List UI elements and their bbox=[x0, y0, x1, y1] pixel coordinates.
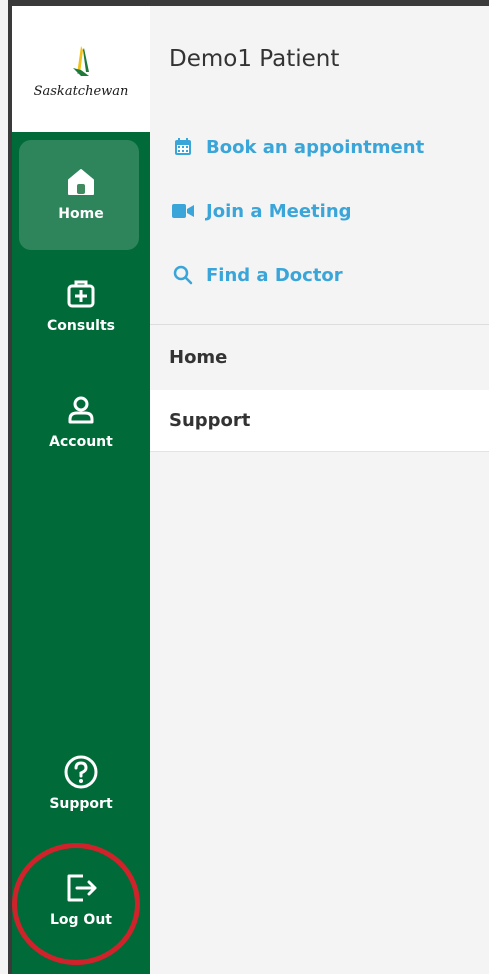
sidebar-item-label: Consults bbox=[47, 318, 115, 334]
menu-item-support[interactable]: Support bbox=[150, 390, 489, 452]
calendar-icon bbox=[172, 136, 194, 158]
app-frame: Saskatchewan Home Consults Account Suppo… bbox=[0, 0, 489, 974]
wheat-sheaf-logo-icon bbox=[73, 46, 89, 76]
logout-icon bbox=[61, 868, 101, 908]
sidebar-item-logout[interactable]: Log Out bbox=[12, 868, 150, 928]
join-meeting-label: Join a Meeting bbox=[206, 200, 352, 222]
sidebar-item-label: Account bbox=[49, 434, 113, 450]
sidebar-item-label: Log Out bbox=[50, 912, 112, 928]
main-content: Demo1 Patient Book an appointment Join a… bbox=[150, 6, 489, 974]
help-circle-icon bbox=[61, 752, 101, 792]
sidebar-item-label: Home bbox=[58, 206, 104, 222]
video-icon bbox=[172, 200, 194, 222]
medical-kit-icon bbox=[61, 274, 101, 314]
user-icon bbox=[61, 390, 101, 430]
join-meeting-link[interactable]: Join a Meeting bbox=[172, 200, 352, 222]
sidebar-item-label: Support bbox=[49, 796, 113, 812]
page-title: Demo1 Patient bbox=[169, 46, 340, 72]
find-doctor-link[interactable]: Find a Doctor bbox=[172, 264, 343, 286]
sidebar-item-home[interactable]: Home bbox=[12, 142, 150, 252]
sidebar-item-account[interactable]: Account bbox=[12, 390, 150, 450]
book-appointment-link[interactable]: Book an appointment bbox=[172, 136, 424, 158]
header: Demo1 Patient bbox=[150, 6, 489, 118]
sidebar-item-consults[interactable]: Consults bbox=[12, 274, 150, 334]
book-appointment-label: Book an appointment bbox=[206, 136, 425, 158]
search-icon bbox=[172, 264, 194, 286]
menu-item-home[interactable]: Home bbox=[150, 326, 489, 388]
logo-text: Saskatchewan bbox=[33, 84, 129, 99]
logo: Saskatchewan bbox=[12, 6, 150, 132]
find-doctor-label: Find a Doctor bbox=[206, 264, 343, 286]
divider bbox=[150, 324, 489, 325]
sidebar: Saskatchewan Home Consults Account Suppo… bbox=[12, 6, 150, 974]
sidebar-item-support[interactable]: Support bbox=[12, 752, 150, 812]
home-icon bbox=[61, 162, 101, 202]
